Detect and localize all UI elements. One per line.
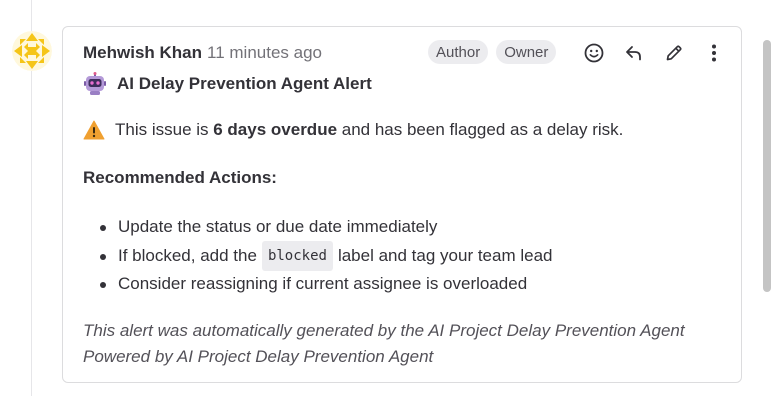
robot-icon — [84, 72, 106, 95]
author-badge: Author — [428, 40, 489, 64]
emoji-reaction-button[interactable] — [578, 39, 610, 67]
edit-button[interactable] — [658, 39, 690, 67]
scrollbar-thumb[interactable] — [763, 40, 771, 292]
list-item-text: Update the status or due date immediatel… — [118, 217, 438, 237]
kebab-menu-icon — [712, 44, 716, 62]
recommended-actions-list: Update the status or due date immediatel… — [83, 213, 553, 299]
timestamp[interactable]: 11 minutes ago — [207, 43, 322, 63]
list-item-post: label and tag your team lead — [337, 245, 553, 265]
author-name[interactable]: Mehwish Khan — [83, 43, 202, 63]
avatar[interactable] — [12, 31, 52, 71]
overdue-alert: This issue is 6 days overdue and has bee… — [83, 120, 623, 140]
comment-actions — [578, 39, 730, 67]
avatar-identicon — [12, 31, 52, 71]
reply-button[interactable] — [618, 39, 650, 67]
more-actions-button[interactable] — [698, 39, 730, 67]
owner-badge: Owner — [496, 40, 557, 64]
list-item: Update the status or due date immediatel… — [83, 213, 553, 242]
alert-title-row: AI Delay Prevention Agent Alert — [83, 72, 372, 96]
smiley-icon — [584, 43, 604, 63]
warning-icon — [83, 120, 105, 140]
overdue-emphasis: 6 days overdue — [213, 120, 338, 139]
list-item: Consider reassigning if current assignee… — [83, 270, 553, 299]
auto-generated-footnote: This alert was automatically generated b… — [83, 321, 685, 366]
list-item: If blocked, add the blocked label and ta… — [83, 240, 553, 271]
list-item-pre: If blocked, add the — [118, 245, 257, 265]
pencil-icon — [666, 45, 682, 61]
scrollbar[interactable] — [763, 40, 772, 292]
reply-arrow-icon — [626, 46, 641, 61]
comment-header: Mehwish Khan 11 minutes ago — [83, 41, 322, 65]
blocked-label-code: blocked — [261, 240, 333, 271]
alert-prefix: This issue is — [115, 120, 214, 139]
alert-title: AI Delay Prevention Agent Alert — [117, 74, 372, 93]
comment-card: Mehwish Khan 11 minutes ago Author Owner — [62, 26, 742, 383]
alert-suffix: and has been flagged as a delay risk. — [337, 120, 624, 139]
recommended-actions-heading: Recommended Actions: — [83, 168, 277, 187]
list-item-text: Consider reassigning if current assignee… — [118, 274, 528, 294]
role-badges: Author Owner — [428, 40, 557, 64]
